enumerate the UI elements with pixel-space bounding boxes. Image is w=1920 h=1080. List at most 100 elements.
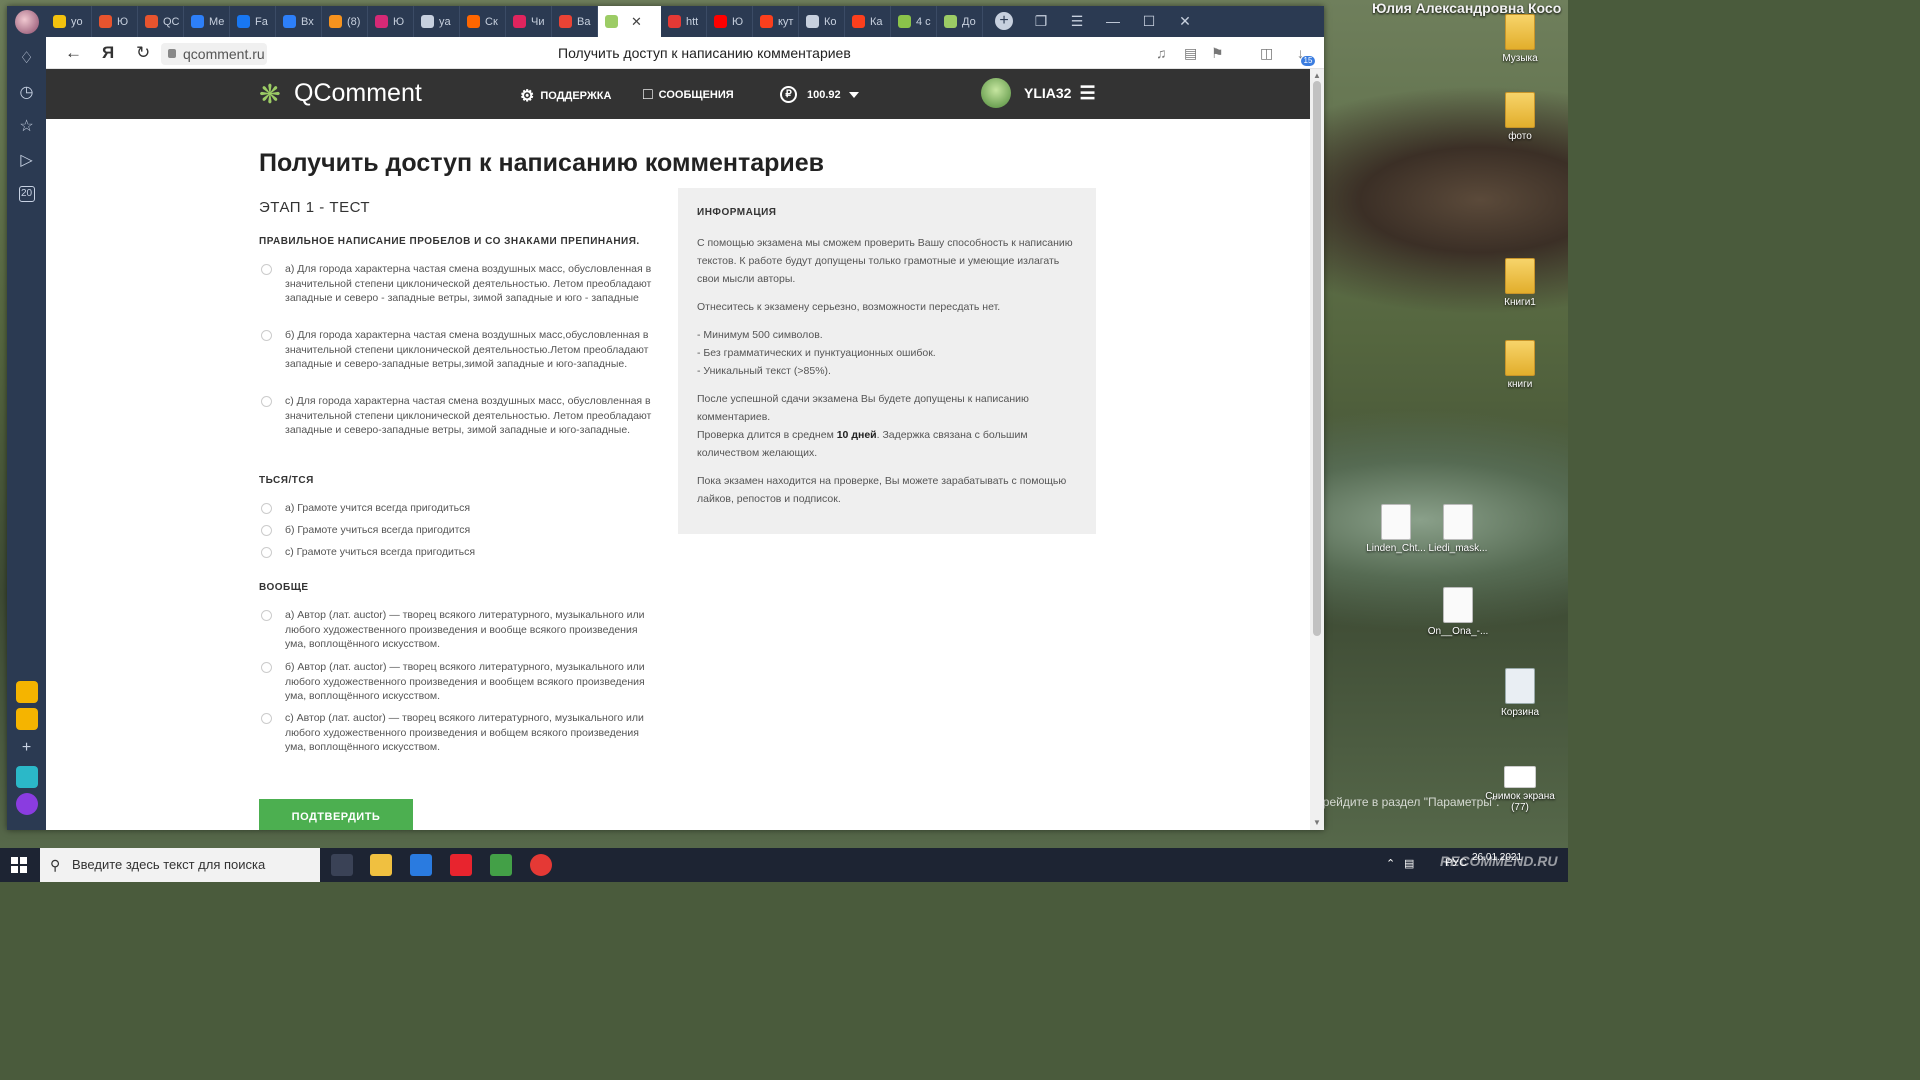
radio-button[interactable] [261,503,272,514]
browser-tab[interactable]: Fa [230,6,276,37]
extensions-icon[interactable]: ◫ [1260,45,1273,62]
history-clock-icon[interactable]: ◷ [15,80,39,104]
answer-option[interactable]: с) Грамоте учиться всегда пригодиться [259,545,654,560]
browser-tab[interactable]: Вх [276,6,322,37]
yandex-logo-icon[interactable]: Я [102,43,114,63]
radio-button[interactable] [261,610,272,621]
radio-button[interactable] [261,662,272,673]
browser-tab[interactable]: Ю [368,6,414,37]
url-field[interactable]: qcomment.ru [161,43,267,65]
chevron-up-icon[interactable]: ⌃ [1386,857,1395,870]
mail-app-icon[interactable] [15,708,38,730]
desktop-icon-recycle-bin[interactable]: Корзина [1485,668,1555,718]
close-window-icon[interactable]: ✕ [1167,6,1203,37]
add-icon[interactable]: + [15,736,39,760]
menu-icon[interactable]: ☰ [1059,6,1095,37]
scroll-down-icon[interactable]: ▼ [1313,818,1321,827]
stage-title: ЭТАП 1 - ТЕСТ [259,199,371,216]
browser-tab[interactable]: Ю [707,6,753,37]
logo-text: QComment [294,79,422,107]
browser-tab[interactable]: Ме [184,6,230,37]
windows-start-icon[interactable] [11,857,27,873]
browser-tab[interactable]: Ка [845,6,891,37]
browser-tab[interactable]: yo [46,6,92,37]
answer-option[interactable]: б) Для города характерна частая смена во… [259,328,654,372]
answer-option[interactable]: а) Автор (лат. auctor) — творец всякого … [259,608,654,652]
browser-tab-active[interactable]: ✕ [598,6,661,37]
alice-assistant-icon[interactable] [15,793,38,815]
play-icon[interactable]: ▷ [15,148,39,172]
tabs-count-icon[interactable]: 20 [15,182,39,206]
radio-button[interactable] [261,396,272,407]
browser-tab[interactable]: QC [138,6,184,37]
taskbar-search-field[interactable]: ⚲ Введите здесь текст для поиска [40,848,320,882]
browser-tab[interactable]: ya [414,6,460,37]
tabs-manager-icon[interactable]: ❐ [1023,6,1059,37]
scroll-up-icon[interactable]: ▲ [1313,71,1321,80]
desktop-icon-file-on-ona[interactable]: On__Ona_-... [1423,587,1493,637]
task-view-icon[interactable] [331,854,353,876]
browser-tab[interactable]: Ск [460,6,506,37]
desktop-icon-file-linden[interactable]: Linden_Cht... [1361,504,1431,554]
answer-option[interactable]: б) Грамоте учиться всегда пригодится [259,523,654,538]
profile-avatar[interactable] [14,10,39,34]
browser-tab[interactable]: (8) [322,6,368,37]
user-menu[interactable]: YLIA32 ☰ [981,78,1096,108]
yandex-browser-icon[interactable] [530,854,552,876]
nav-messages[interactable]: □ СООБЩЕНИЯ [643,86,734,104]
tab-label: Ю [732,15,744,28]
utorrent-icon[interactable] [490,854,512,876]
headphones-icon[interactable]: ♫ [1156,45,1167,61]
browser-tab[interactable]: До [937,6,983,37]
browser-tab[interactable]: Ко [799,6,845,37]
desktop-icon-music[interactable]: Музыка [1485,14,1555,64]
mail-app-icon[interactable] [15,681,38,703]
messenger-app-icon[interactable] [15,766,38,788]
browser-tab[interactable]: Ва [552,6,598,37]
back-arrow-icon[interactable]: ← [65,43,82,63]
browser-tab[interactable]: Чи [506,6,552,37]
network-icon[interactable]: ▤ [1404,857,1414,870]
answer-option[interactable]: а) Грамоте учится всегда пригодиться [259,501,654,516]
bell-icon[interactable]: ♢ [15,46,39,70]
browser-tab[interactable]: Ю [92,6,138,37]
site-logo[interactable]: ❋ QComment [259,79,422,108]
page-scrollbar[interactable]: ▲ ▼ [1310,69,1324,830]
yandex-icon[interactable] [450,854,472,876]
radio-button[interactable] [261,330,272,341]
radio-button[interactable] [261,547,272,558]
browser-tab[interactable]: htt [661,6,707,37]
radio-button[interactable] [261,264,272,275]
desktop-icon-file-liedi[interactable]: Liedi_mask... [1423,504,1493,554]
answer-option[interactable]: с) Автор (лат. auctor) — творец всякого … [259,711,654,755]
answer-option[interactable]: б) Автор (лат. auctor) — творец всякого … [259,660,654,704]
question-title: ТЬСЯ/ТСЯ [259,475,314,486]
scrollbar-thumb[interactable] [1313,81,1321,636]
bookmark-icon[interactable]: ⚑ [1211,45,1224,62]
maximize-icon[interactable]: ☐ [1131,6,1167,37]
radio-button[interactable] [261,713,272,724]
star-icon[interactable]: ☆ [15,114,39,138]
browser-tab[interactable]: кут [753,6,799,37]
answer-option[interactable]: а) Для города характерна частая смена во… [259,262,654,306]
nav-support[interactable]: ⚙ ПОДДЕРЖКА [520,86,611,106]
hamburger-menu-icon[interactable]: ☰ [1079,83,1095,104]
tab-label: Fa [255,15,268,28]
minimize-icon[interactable]: — [1095,6,1131,37]
balance-dropdown[interactable]: ₽ 100.92 [780,86,859,103]
close-tab-icon[interactable]: ✕ [631,14,642,30]
radio-button[interactable] [261,525,272,536]
desktop-icon-photo[interactable]: фото [1485,92,1555,142]
desktop-icon-books1[interactable]: Книги1 [1485,258,1555,308]
browser-tab[interactable]: 4 с [891,6,937,37]
info-text: После успешной сдачи экзамена Вы будете … [697,393,1029,423]
mail-icon[interactable] [410,854,432,876]
answer-option[interactable]: с) Для города характерна частая смена во… [259,394,654,438]
desktop-icon-books[interactable]: книги [1485,340,1555,390]
support-gear-icon: ⚙ [520,88,535,105]
submit-button[interactable]: ПОДТВЕРДИТЬ [259,799,413,830]
reload-icon[interactable]: ↻ [136,43,150,63]
new-tab-button[interactable]: + [995,12,1013,30]
file-explorer-icon[interactable] [370,854,392,876]
reader-mode-icon[interactable]: ▤ [1184,45,1197,62]
